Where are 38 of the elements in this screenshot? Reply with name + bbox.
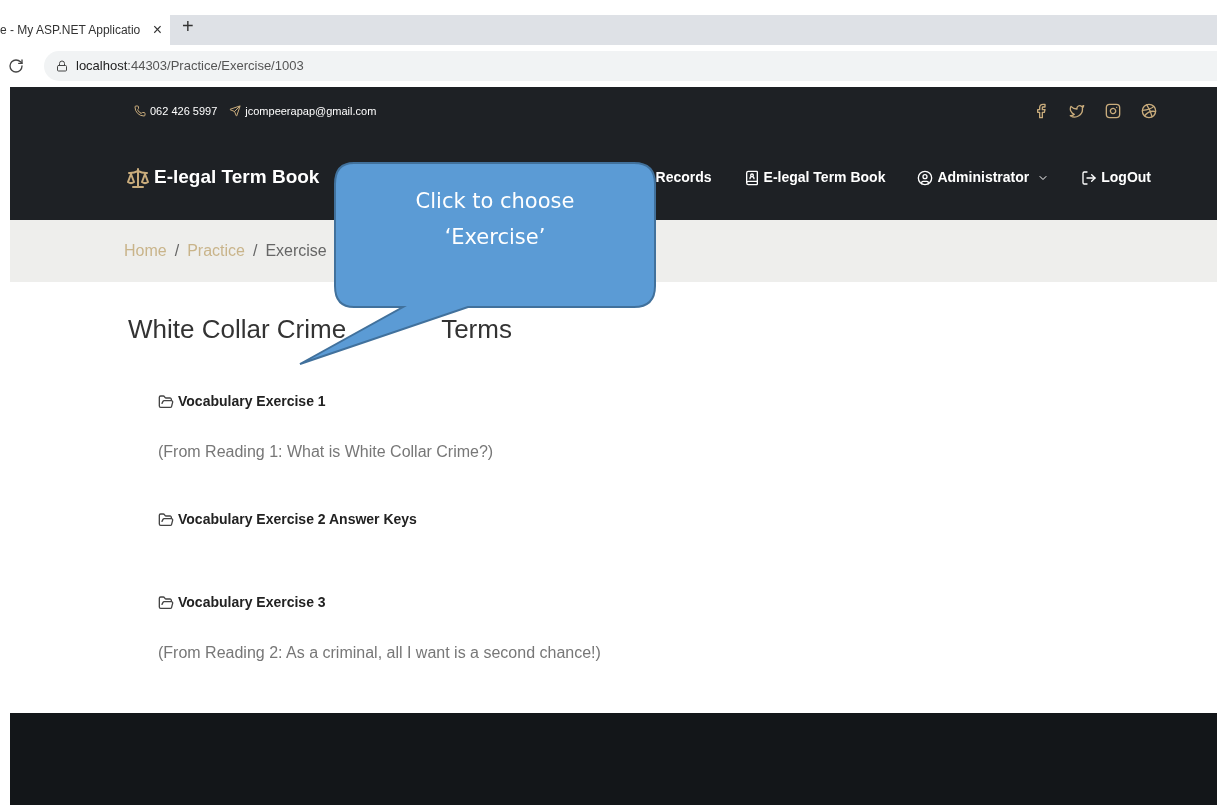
- scale-icon: [126, 165, 150, 190]
- page-heading: White Collar Crime: [128, 313, 347, 346]
- close-tab-button[interactable]: ×: [152, 18, 162, 42]
- user-icon: [917, 169, 934, 186]
- breadcrumb-separator: /: [252, 241, 258, 261]
- nav-link[interactable]: Records: [655, 167, 712, 188]
- folder-icon: [158, 511, 174, 528]
- exercise-link[interactable]: Vocabulary Exercise 1: [158, 391, 326, 412]
- phone-icon: [134, 105, 146, 117]
- callout-text: Click to choose ‘Exercise’: [414, 188, 576, 251]
- folder-icon: [158, 393, 174, 410]
- logout-icon: [1081, 169, 1098, 186]
- url-text: localhost:44303/Practice/Exercise/1003: [76, 57, 304, 76]
- phone-number: 062 426 5997: [150, 103, 218, 119]
- nav-link[interactable]: E-legal Term Book: [743, 167, 886, 188]
- page-heading: Terms: [441, 313, 512, 346]
- lock-icon: [56, 60, 68, 72]
- tab-title: e - My ASP.NET Applicatio: [0, 22, 141, 39]
- breadcrumb-separator: /: [174, 241, 180, 261]
- exercise-link[interactable]: Vocabulary Exercise 3: [158, 592, 326, 613]
- book-icon: [743, 169, 760, 186]
- breadcrumb-current: Exercise: [265, 241, 327, 261]
- browser-tab[interactable]: e - My ASP.NET Applicatio ×: [0, 15, 170, 45]
- nav-link[interactable]: Administrator: [917, 167, 1050, 188]
- dribbble-icon[interactable]: [1141, 103, 1157, 119]
- folder-icon: [158, 594, 174, 611]
- send-icon: [229, 105, 242, 117]
- twitter-icon[interactable]: [1069, 103, 1085, 119]
- brand-logo[interactable]: E-legal Term Book: [154, 163, 320, 192]
- instagram-icon[interactable]: [1105, 103, 1121, 119]
- address-bar[interactable]: localhost:44303/Practice/Exercise/1003: [44, 51, 1217, 81]
- exercise-note: (From Reading 1: What is White Collar Crime?): [158, 442, 495, 462]
- reload-icon[interactable]: [8, 58, 24, 74]
- exercise-note: (From Reading 2: As a criminal, all I want is a second chance!): [158, 643, 602, 663]
- new-tab-button[interactable]: +: [182, 11, 194, 41]
- exercise-link[interactable]: Vocabulary Exercise 2 Answer Keys: [158, 509, 417, 530]
- nav-link[interactable]: LogOut: [1081, 167, 1151, 188]
- email-address: jcompeerapap@gmail.com: [245, 103, 377, 119]
